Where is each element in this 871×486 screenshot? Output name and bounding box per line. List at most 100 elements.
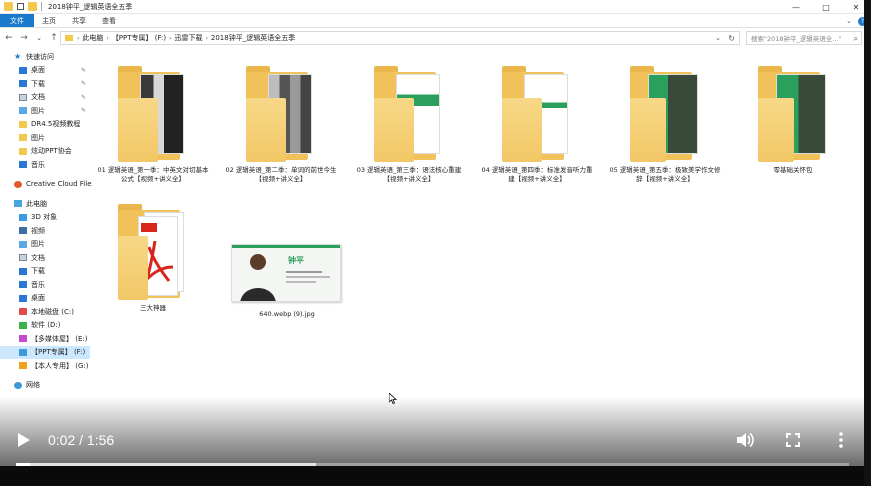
folder-thumbnail <box>630 64 700 162</box>
pictures-icon <box>19 240 27 248</box>
file-name: 01 逻辑英语_第一季：中英文对切基本公式【视频+讲义全】 <box>97 166 209 183</box>
nav-quick-dr45[interactable]: DR4.5视频教程 <box>0 118 90 132</box>
folder-thumbnail <box>502 64 572 162</box>
nav-desktop[interactable]: 桌面 <box>0 292 90 306</box>
breadcrumb-thunder-downloads[interactable]: 迅雷下载 <box>174 33 202 43</box>
fullscreen-button[interactable] <box>783 430 803 450</box>
address-bar[interactable]: › 此电脑 › 【PPT专属】 (F:) › 迅雷下载 › 2018钟平_逻辑英… <box>60 31 740 45</box>
drive-icon <box>19 308 27 316</box>
nav-network[interactable]: 网络 <box>0 379 90 393</box>
expand-ribbon-icon[interactable]: ⌄ <box>846 17 852 25</box>
nav-quick-pictures-2[interactable]: 图片 <box>0 131 90 145</box>
maximize-button[interactable]: □ <box>811 0 841 14</box>
file-name: 三大神器 <box>140 304 166 312</box>
back-icon[interactable]: ← <box>3 32 15 44</box>
nav-quick-access[interactable]: ★ 快速访问 <box>0 50 90 64</box>
search-input[interactable]: 搜索"2018钟平_逻辑英语全..." ⌕ <box>746 31 862 45</box>
star-icon: ★ <box>14 52 22 62</box>
file-name: 02 逻辑英语_第二季：单词的前世今生【视频+讲义全】 <box>225 166 337 183</box>
volume-button[interactable] <box>734 430 756 450</box>
drive-icon <box>19 335 27 343</box>
nav-drive-f[interactable]: 【PPT专属】 (F:) <box>0 345 90 359</box>
nav-drive-e[interactable]: 【多媒体屋】 (E:) <box>0 332 90 346</box>
folder-item[interactable]: 零基础关怀包 <box>732 64 854 175</box>
nav-quick-documents[interactable]: 文档 ✎ <box>0 91 90 105</box>
pin-icon: ✎ <box>80 93 86 101</box>
nav-quick-desktop[interactable]: 桌面 ✎ <box>0 64 90 78</box>
breadcrumb-current-folder[interactable]: 2018钟平_逻辑英语全五季 <box>211 33 295 43</box>
ribbon-tabs: 文件 主页 共享 查看 ⌄ ? <box>0 14 871 28</box>
image-thumbnail[interactable]: 钟平 <box>231 244 341 302</box>
more-vertical-icon <box>839 432 843 448</box>
play-button[interactable] <box>12 431 36 449</box>
folder-item[interactable]: 01 逻辑英语_第一季：中英文对切基本公式【视频+讲义全】 <box>92 64 214 184</box>
nav-pictures[interactable]: 图片 <box>0 238 90 252</box>
folder-icon <box>4 2 13 11</box>
nav-this-pc[interactable]: 此电脑 <box>0 197 90 211</box>
chevron-down-icon[interactable]: ⌄ <box>715 34 721 42</box>
download-icon <box>19 267 27 275</box>
address-row: ← → ⌄ ↑ › 此电脑 › 【PPT专属】 (F:) › 迅雷下载 › 20… <box>0 29 871 47</box>
folder-thumbnail <box>758 64 828 162</box>
folder-item[interactable]: 03 逻辑英语_第三季：语法核心重建【视频+讲义全】 <box>348 64 470 184</box>
nav-quick-downloads[interactable]: 下载 ✎ <box>0 77 90 91</box>
folder-item[interactable]: 02 逻辑英语_第二季：单词的前世今生【视频+讲义全】 <box>220 64 342 184</box>
folder-item[interactable]: 05 逻辑英语_第五季：极致美学作文修辞【视频+讲义全】 <box>604 64 726 184</box>
cube-icon <box>19 213 27 221</box>
download-icon <box>19 80 27 88</box>
nav-drive-g[interactable]: 【本人专用】 (G:) <box>0 359 90 373</box>
drive-icon <box>19 321 27 329</box>
up-icon[interactable]: ↑ <box>48 32 60 44</box>
nav-documents[interactable]: 文档 <box>0 251 90 265</box>
minimize-button[interactable]: — <box>781 0 811 14</box>
creative-cloud-icon <box>14 180 22 188</box>
fullscreen-icon <box>786 433 800 447</box>
nav-3d-objects[interactable]: 3D 对象 <box>0 211 90 225</box>
scrollbar-edge <box>864 0 871 486</box>
tab-share[interactable]: 共享 <box>64 14 94 27</box>
drive-icon <box>19 362 27 370</box>
nav-downloads[interactable]: 下载 <box>0 265 90 279</box>
breadcrumb-this-pc[interactable]: 此电脑 <box>82 33 103 43</box>
music-icon <box>19 281 27 289</box>
folder-icon <box>19 134 27 142</box>
nav-quick-ppt-club[interactable]: 炫动PPT协会 <box>0 145 90 159</box>
recent-dropdown-icon[interactable]: ⌄ <box>33 32 45 44</box>
explorer-status-bar <box>0 466 871 486</box>
nav-quick-music[interactable]: 音乐 <box>0 158 90 172</box>
nav-music[interactable]: 音乐 <box>0 278 90 292</box>
file-name: 04 逻辑英语_第四季：标准发音听力重建【视频+讲义全】 <box>481 166 593 183</box>
nav-drive-d[interactable]: 软件 (D:) <box>0 319 90 333</box>
pictures-icon <box>19 107 27 115</box>
chevron-right-icon[interactable]: › <box>77 35 79 42</box>
folder-icon <box>65 35 73 41</box>
new-folder-icon[interactable] <box>28 2 37 11</box>
nav-creative-cloud[interactable]: Creative Cloud Files <box>0 178 95 192</box>
nav-videos[interactable]: 视频 <box>0 224 90 238</box>
tab-home[interactable]: 主页 <box>34 14 64 27</box>
chevron-right-icon[interactable]: › <box>205 35 207 42</box>
search-icon[interactable]: ⌕ <box>854 34 858 44</box>
tab-file[interactable]: 文件 <box>0 14 34 27</box>
video-icon <box>19 227 27 235</box>
drive-icon <box>19 348 27 356</box>
desktop-icon <box>19 294 27 302</box>
refresh-icon[interactable]: ↻ <box>728 34 735 43</box>
chevron-right-icon[interactable]: › <box>106 35 108 42</box>
time-display: 0:02 / 1:56 <box>48 432 115 448</box>
folder-item[interactable]: 04 逻辑英语_第四季：标准发音听力重建【视频+讲义全】 <box>476 64 598 184</box>
folder-item[interactable]: 三大神器 <box>92 202 214 313</box>
breadcrumb-drive-f[interactable]: 【PPT专属】 (F:) <box>112 33 166 43</box>
chevron-right-icon[interactable]: › <box>169 35 171 42</box>
network-icon <box>14 381 22 389</box>
nav-quick-pictures[interactable]: 图片 ✎ <box>0 104 90 118</box>
checkbox-icon[interactable] <box>17 3 24 10</box>
volume-icon <box>737 432 754 448</box>
more-options-button[interactable] <box>832 430 850 450</box>
nav-drive-c[interactable]: 本地磁盘 (C:) <box>0 305 90 319</box>
tab-view[interactable]: 查看 <box>94 14 124 27</box>
file-name: 03 逻辑英语_第三季：语法核心重建【视频+讲义全】 <box>356 166 462 183</box>
forward-icon[interactable]: → <box>18 32 30 44</box>
folder-thumbnail <box>118 202 188 300</box>
title-bar: 2018钟平_逻辑英语全五季 — □ ✕ <box>0 0 871 14</box>
